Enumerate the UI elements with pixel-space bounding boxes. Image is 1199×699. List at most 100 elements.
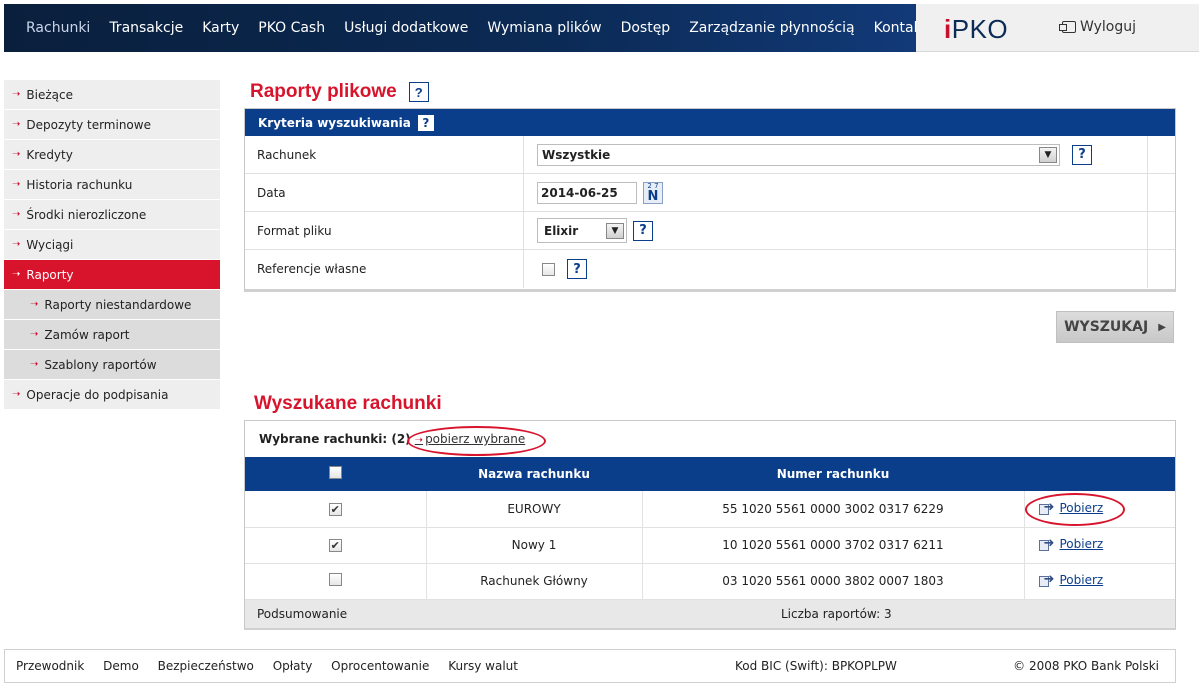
logout-label: Wyloguj xyxy=(1080,19,1136,35)
arrow-icon: ➝ xyxy=(12,209,21,220)
help-icon[interactable]: ? xyxy=(416,113,435,132)
sidebar-item-wyciagi[interactable]: ➝ Wyciągi xyxy=(4,230,220,260)
nav-pko-cash[interactable]: PKO Cash xyxy=(258,20,325,36)
footer-link-oplaty[interactable]: Opłaty xyxy=(273,659,313,673)
selected-count: Wybrane rachunki: (2) xyxy=(259,432,411,446)
sidebar-item-depozyty[interactable]: ➝ Depozyty terminowe xyxy=(4,110,220,140)
search-criteria-panel: Kryteria wyszukiwania ? Rachunek Wszystk… xyxy=(244,108,1176,292)
logout-button[interactable]: Wyloguj xyxy=(1059,19,1136,35)
arrow-icon: ➝ xyxy=(12,149,21,160)
footer: Przewodnik Demo Bezpieczeństwo Opłaty Op… xyxy=(4,649,1176,683)
sidebar-item-srodki[interactable]: ➝ Środki nierozliczone xyxy=(4,200,220,230)
arrow-icon: ➝ xyxy=(12,269,21,280)
criteria-header: Kryteria wyszukiwania ? xyxy=(245,109,1175,136)
arrow-icon: ➝ xyxy=(12,239,21,250)
account-select[interactable]: Wszystkie ▼ xyxy=(537,143,1060,166)
sidebar-item-szablony[interactable]: ➝ Szablony raportów xyxy=(4,350,220,380)
arrow-icon: ➝ xyxy=(30,359,39,370)
footer-link-przewodnik[interactable]: Przewodnik xyxy=(16,659,84,673)
account-name: Nowy 1 xyxy=(426,527,643,564)
download-icon xyxy=(1038,536,1056,551)
row-checkbox[interactable]: ✔ xyxy=(328,539,342,552)
account-number: 10 1020 5561 0000 3702 0317 6211 xyxy=(642,527,1025,564)
col-header-name: Nazwa rachunku xyxy=(426,457,642,491)
footer-links: Przewodnik Demo Bezpieczeństwo Opłaty Op… xyxy=(16,659,533,673)
arrow-icon: ➝ xyxy=(12,119,21,130)
summary-label: Podsumowanie xyxy=(257,606,348,621)
sidebar: ➝ Bieżące ➝ Depozyty terminowe ➝ Kredyty ➝ H… xyxy=(4,80,220,410)
sidebar-item-historia[interactable]: ➝ Historia rachunku xyxy=(4,170,220,200)
sidebar-item-raporty-niestandardowe[interactable]: ➝ Raporty niestandardowe xyxy=(4,290,220,320)
annotation-oval xyxy=(1025,493,1125,526)
nav-uslugi-dodatkowe[interactable]: Usługi dodatkowe xyxy=(344,20,468,36)
sidebar-item-biezace[interactable]: ➝ Bieżące xyxy=(4,80,220,110)
account-number: 55 1020 5561 0000 3002 0317 6229 xyxy=(642,491,1025,528)
bic-code: Kod BIC (Swift): BPKOPLPW xyxy=(735,659,897,673)
calendar-icon[interactable]: 2 7 N xyxy=(643,181,663,204)
footer-link-oprocentowanie[interactable]: Oprocentowanie xyxy=(331,659,429,673)
nav-karty[interactable]: Karty xyxy=(202,20,239,36)
chevron-down-icon: ▼ xyxy=(1039,146,1057,163)
table-row: Rachunek Główny 03 1020 5561 0000 3802 0… xyxy=(245,563,1175,600)
criteria-row-account: Rachunek Wszystkie ▼ ? xyxy=(245,136,1175,174)
col-header-number: Numer rachunku xyxy=(642,457,1024,491)
nav-wymiana-plikow[interactable]: Wymiana plików xyxy=(487,20,601,36)
sidebar-item-operacje[interactable]: ➝ Operacje do podpisania xyxy=(4,380,220,410)
copyright: © 2008 PKO Bank Polski xyxy=(1013,659,1159,673)
account-name: EUROWY xyxy=(426,491,643,528)
format-select[interactable]: Elixir ▼ xyxy=(537,218,627,243)
row-checkbox[interactable]: ✔ xyxy=(328,502,342,516)
select-all-header xyxy=(245,457,426,491)
arrow-icon: ➝ xyxy=(30,329,39,340)
results-title: Wyszukane rachunki xyxy=(254,393,442,414)
row-checkbox[interactable] xyxy=(328,573,342,586)
chevron-right-icon: ▶ xyxy=(1158,321,1166,333)
download-button[interactable]: Pobierz xyxy=(1038,572,1103,587)
sidebar-item-raporty[interactable]: ➝ Raporty xyxy=(4,260,220,290)
footer-link-kursy-walut[interactable]: Kursy walut xyxy=(448,659,518,673)
download-button[interactable]: Pobierz xyxy=(1038,536,1103,551)
nav-rachunki[interactable]: Rachunki xyxy=(26,20,90,36)
page-title: Raporty plikowe ? xyxy=(250,81,429,103)
help-icon[interactable]: ? xyxy=(567,259,587,279)
reference-checkbox[interactable] xyxy=(542,262,555,276)
search-button[interactable]: WYSZUKAJ ▶ xyxy=(1056,311,1174,343)
nav-transakcje[interactable]: Transakcje xyxy=(109,20,183,36)
chevron-down-icon: ▼ xyxy=(606,222,624,239)
selected-bar: Wybrane rachunki: (2) ➝ pobierz wybrane xyxy=(245,421,1175,457)
brand-area: iPKO Wyloguj xyxy=(916,4,1199,52)
sidebar-item-kredyty[interactable]: ➝ Kredyty xyxy=(4,140,220,170)
criteria-row-format: Format pliku Elixir ▼ ? xyxy=(245,212,1175,250)
results-table: Nazwa rachunku Numer rachunku ✔ EUROWY 5… xyxy=(245,457,1175,600)
download-icon xyxy=(1038,572,1056,587)
nav-dostep[interactable]: Dostęp xyxy=(621,20,671,36)
arrow-icon: ➝ xyxy=(30,299,39,310)
top-bar: Rachunki Transakcje Karty PKO Cash Usług… xyxy=(0,0,1199,52)
results-panel: Wybrane rachunki: (2) ➝ pobierz wybrane N… xyxy=(244,420,1176,630)
footer-link-demo[interactable]: Demo xyxy=(103,659,139,673)
select-all-checkbox[interactable] xyxy=(329,466,342,479)
format-label: Format pliku xyxy=(245,212,524,249)
sidebar-item-zamow-raport[interactable]: ➝ Zamów raport xyxy=(4,320,220,350)
arrow-icon: ➝ xyxy=(12,179,21,190)
criteria-row-reference: Referencje własne ? xyxy=(245,250,1175,288)
criteria-row-date: Data 2014-06-25 2 7 N xyxy=(245,174,1175,212)
help-icon[interactable]: ? xyxy=(633,220,653,241)
date-label: Data xyxy=(245,174,524,211)
report-count: Liczba raportów: 3 xyxy=(781,606,892,621)
arrow-icon: ➝ xyxy=(12,389,21,400)
account-number: 03 1020 5561 0000 3802 0007 1803 xyxy=(642,563,1025,600)
account-label: Rachunek xyxy=(245,136,524,173)
help-icon[interactable]: ? xyxy=(1072,144,1092,165)
logout-icon xyxy=(1059,21,1076,33)
arrow-icon: ➝ xyxy=(12,89,21,100)
help-icon[interactable]: ? xyxy=(408,82,429,102)
ipko-logo: iPKO xyxy=(944,14,1009,44)
account-name: Rachunek Główny xyxy=(426,563,643,600)
reference-label: Referencje własne xyxy=(245,250,524,288)
annotation-oval xyxy=(407,426,546,456)
nav-zarzadzanie-plynnoscia[interactable]: Zarządzanie płynnością xyxy=(689,20,854,36)
footer-link-bezpieczenstwo[interactable]: Bezpieczeństwo xyxy=(158,659,254,673)
date-input[interactable]: 2014-06-25 xyxy=(537,181,637,204)
table-row: ✔ Nowy 1 10 1020 5561 0000 3702 0317 621… xyxy=(245,527,1175,564)
